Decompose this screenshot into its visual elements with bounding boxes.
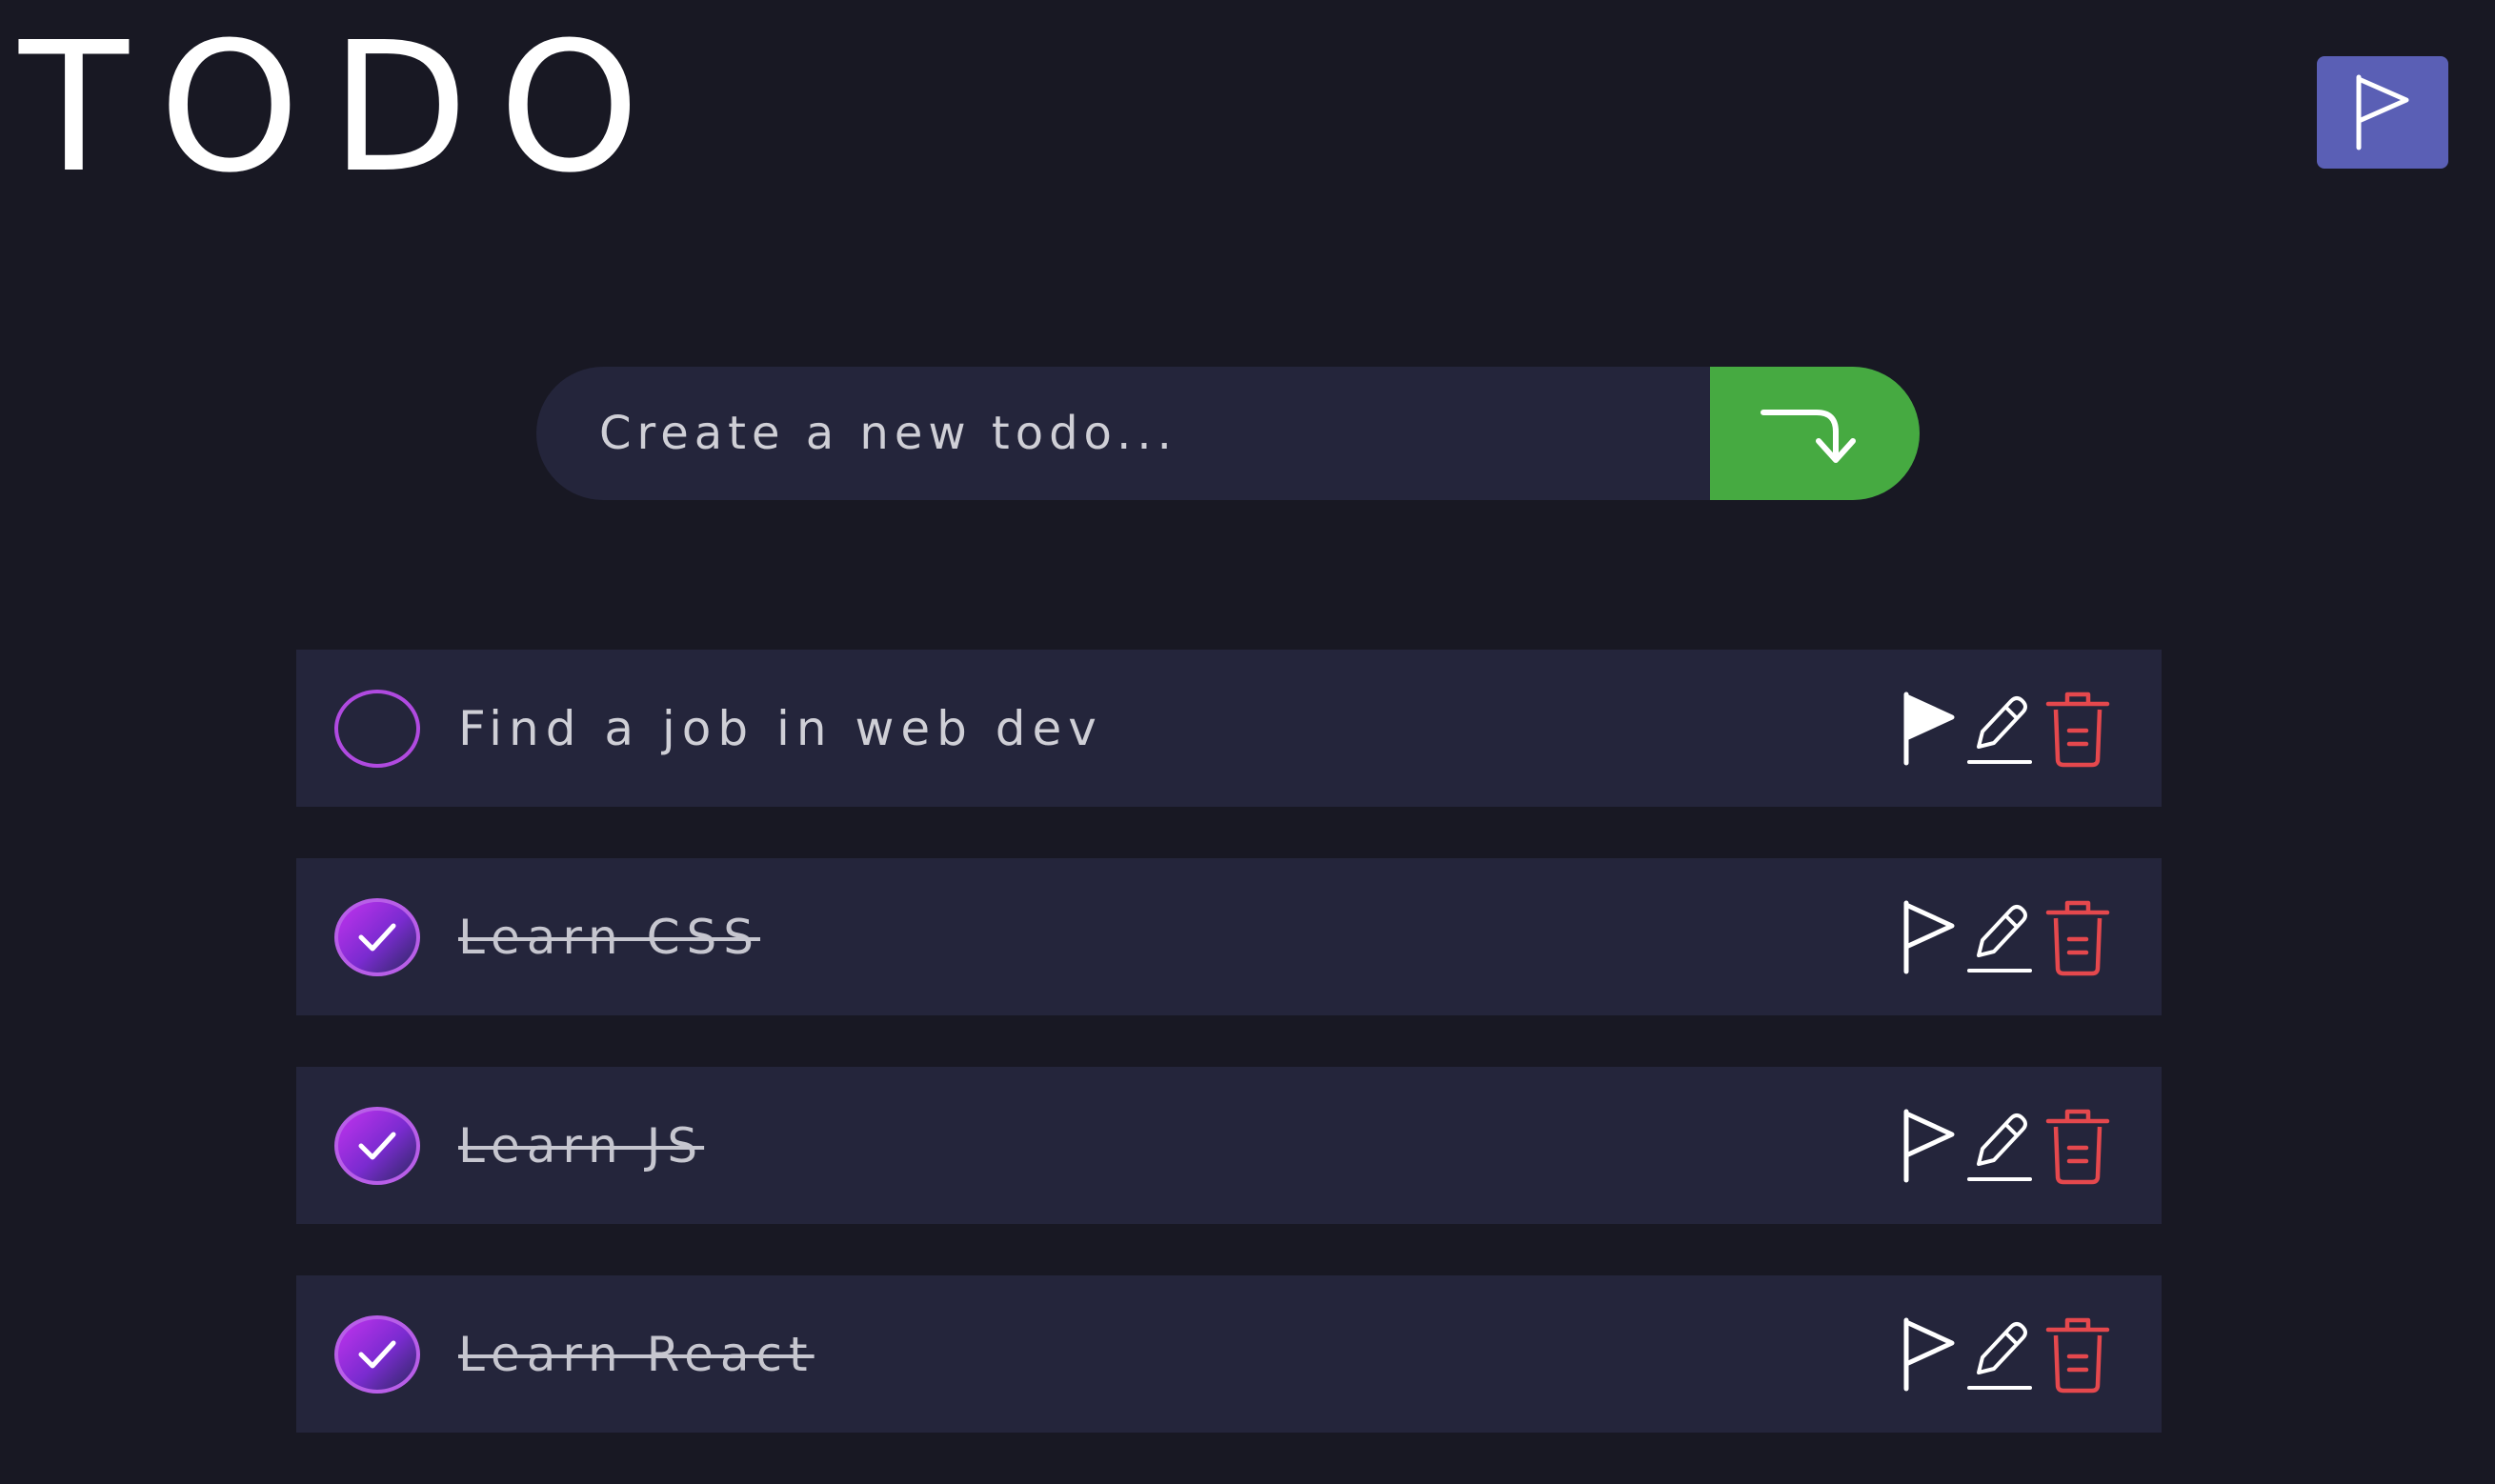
- trash-icon: [2045, 692, 2110, 767]
- checkmark-icon: [358, 923, 396, 951]
- delete-todo-button[interactable]: [2040, 1312, 2116, 1397]
- todo-checkbox[interactable]: [334, 1106, 420, 1185]
- todo-actions: [1899, 686, 2116, 772]
- checkmark-icon: [358, 1340, 396, 1368]
- delete-todo-button[interactable]: [2040, 686, 2116, 772]
- edit-todo-button[interactable]: [1963, 686, 2036, 772]
- flag-icon: [1903, 1317, 1955, 1391]
- delete-todo-button[interactable]: [2040, 894, 2116, 980]
- todo-text[interactable]: Learn React: [458, 1327, 1899, 1382]
- edit-todo-button[interactable]: [1963, 1103, 2036, 1189]
- new-todo-form: [536, 367, 1920, 500]
- pencil-icon: [1967, 1113, 2032, 1181]
- flag-icon: [1903, 1109, 1955, 1182]
- todo-text[interactable]: Find a job in web dev: [458, 701, 1899, 756]
- todo-item: Learn JS: [296, 1067, 2162, 1224]
- flag-outline-icon: [2356, 74, 2409, 150]
- delete-todo-button[interactable]: [2040, 1103, 2116, 1189]
- flag-icon: [1903, 692, 1955, 765]
- flag-todo-button[interactable]: [1899, 1103, 1960, 1189]
- new-todo-input[interactable]: [536, 367, 1710, 500]
- flag-todo-button[interactable]: [1899, 686, 1960, 772]
- flag-todo-button[interactable]: [1899, 894, 1960, 980]
- todo-actions: [1899, 894, 2116, 980]
- todo-checkbox[interactable]: [334, 897, 420, 976]
- todo-text[interactable]: Learn CSS: [458, 910, 1899, 965]
- todo-item: Find a job in web dev: [296, 650, 2162, 807]
- pencil-icon: [1967, 1321, 2032, 1390]
- trash-icon: [2045, 900, 2110, 975]
- edit-todo-button[interactable]: [1963, 1312, 2036, 1397]
- todo-item: Learn React: [296, 1275, 2162, 1433]
- checkmark-icon: [358, 1132, 396, 1159]
- todo-list: Find a job in web dev Learn CSS Learn JS…: [296, 650, 2162, 1484]
- todo-item: Learn CSS: [296, 858, 2162, 1015]
- todo-actions: [1899, 1103, 2116, 1189]
- flag-todo-button[interactable]: [1899, 1312, 1960, 1397]
- arrow-turn-down-icon: [1761, 410, 1856, 463]
- trash-icon: [2045, 1317, 2110, 1393]
- todo-text[interactable]: Learn JS: [458, 1118, 1899, 1173]
- flag-filter-button[interactable]: [2317, 56, 2448, 169]
- edit-todo-button[interactable]: [1963, 894, 2036, 980]
- trash-icon: [2045, 1109, 2110, 1184]
- flag-icon: [1903, 900, 1955, 973]
- todo-actions: [1899, 1312, 2116, 1397]
- submit-todo-button[interactable]: [1710, 367, 1920, 500]
- pencil-icon: [1967, 695, 2032, 764]
- app-title: TODO: [19, 4, 671, 212]
- todo-checkbox[interactable]: [334, 1314, 420, 1394]
- pencil-icon: [1967, 904, 2032, 973]
- todo-checkbox[interactable]: [334, 689, 420, 768]
